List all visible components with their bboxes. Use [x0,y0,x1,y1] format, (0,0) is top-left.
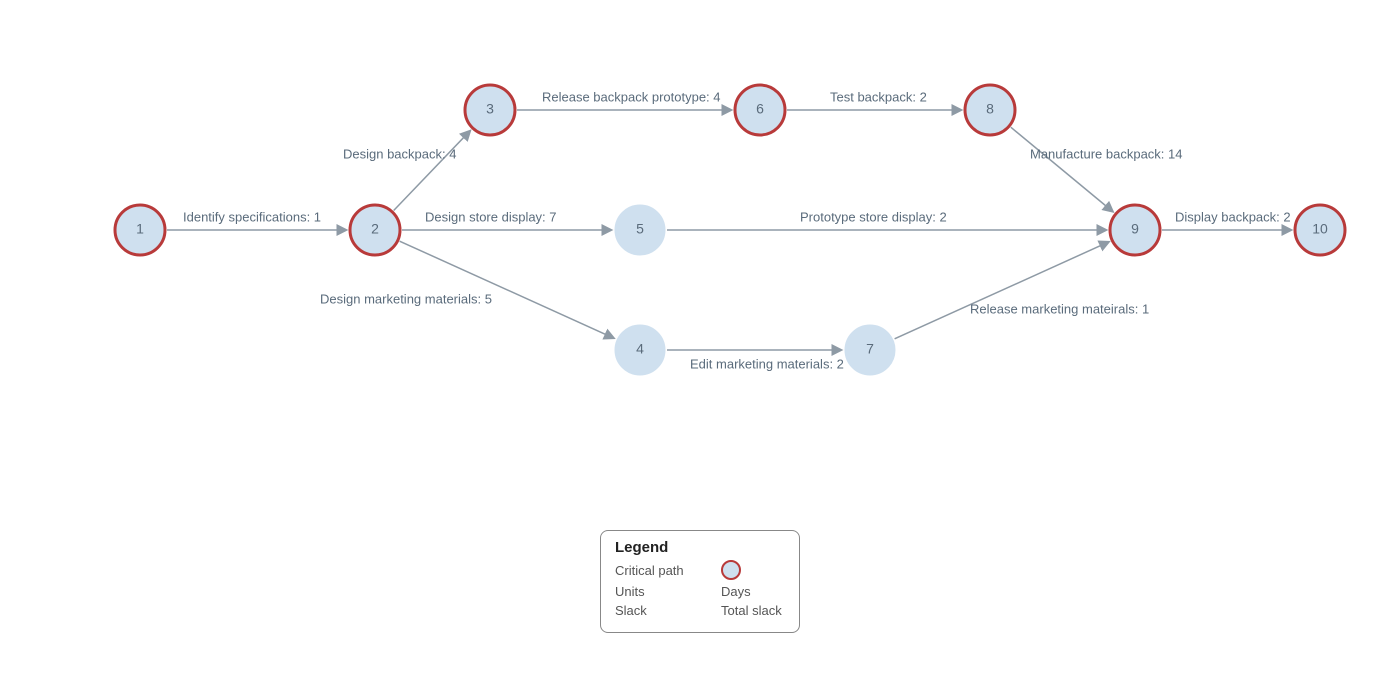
critical-swatch-icon [721,560,741,580]
node-label-9: 9 [1131,221,1139,237]
legend-critical-label: Critical path [615,563,721,578]
node-label-8: 8 [986,101,994,117]
legend-row-slack: Slack Total slack [615,603,785,618]
edge-label-2-5: Design store display: 7 [425,209,557,224]
legend-critical-swatch [721,560,785,580]
edge-2-4 [400,241,614,338]
edge-label-4-7: Edit marketing materials: 2 [690,356,844,371]
node-label-2: 2 [371,221,379,237]
edge-label-5-9: Prototype store display: 2 [800,209,947,224]
legend-units-label: Units [615,584,721,599]
node-label-10: 10 [1312,221,1328,237]
edge-label-2-3: Design backpack: 4 [343,146,456,161]
legend-title: Legend [615,539,785,556]
legend-box: Legend Critical path Units Days Slack To… [600,530,800,633]
legend-row-units: Units Days [615,584,785,599]
edge-label-1-2: Identify specifications: 1 [183,209,321,224]
node-label-5: 5 [636,221,644,237]
edge-7-9 [895,242,1109,339]
edge-label-7-9: Release marketing mateirals: 1 [970,301,1149,316]
legend-slack-label: Slack [615,603,721,618]
edge-label-6-8: Test backpack: 2 [830,89,927,104]
legend-units-value: Days [721,584,785,599]
edge-label-9-10: Display backpack: 2 [1175,209,1291,224]
node-label-6: 6 [756,101,764,117]
edge-label-8-9: Manufacture backpack: 14 [1030,146,1182,161]
node-label-4: 4 [636,341,644,357]
edge-8-9 [1011,127,1113,211]
legend-row-critical: Critical path [615,560,785,580]
edge-label-2-4: Design marketing materials: 5 [320,291,492,306]
edge-2-3 [394,131,470,211]
node-label-1: 1 [136,221,144,237]
node-label-3: 3 [486,101,494,117]
edge-label-3-6: Release backpack prototype: 4 [542,89,721,104]
node-label-7: 7 [866,341,874,357]
legend-slack-value: Total slack [721,603,785,618]
